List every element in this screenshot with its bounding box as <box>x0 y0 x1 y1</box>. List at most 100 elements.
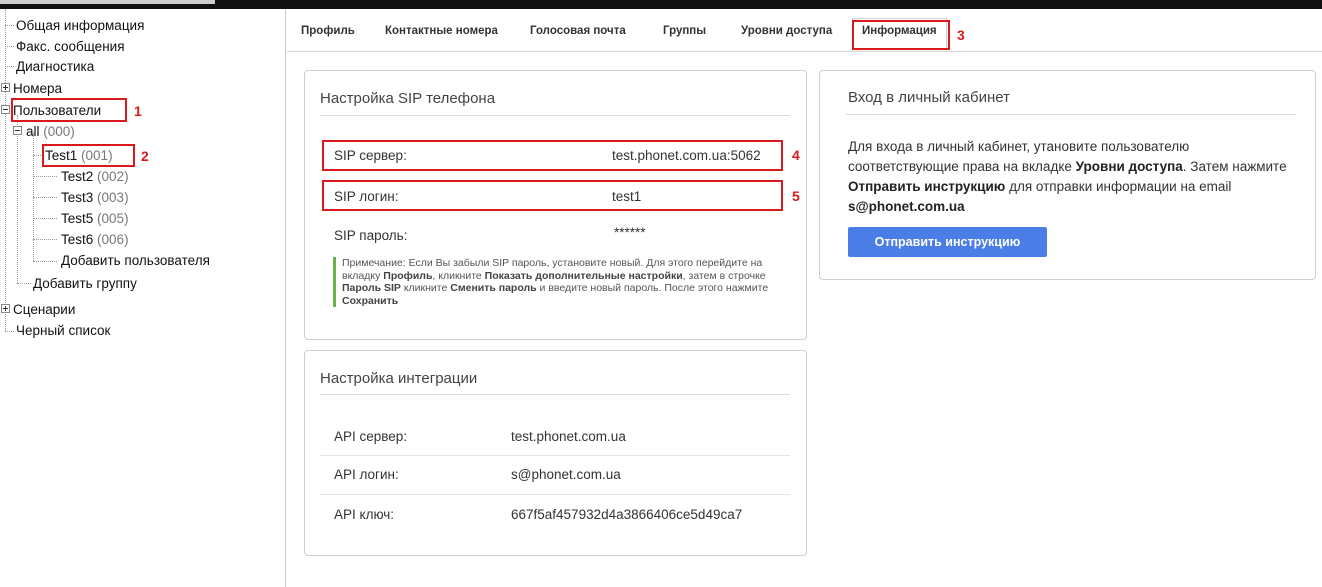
expand-plus-icon[interactable] <box>1 304 10 313</box>
api-login-label: API логин: <box>334 467 399 482</box>
tab-profile[interactable]: Профиль <box>301 25 355 37</box>
tree-line <box>5 25 14 26</box>
annotation-number: 5 <box>792 188 800 204</box>
group-code: (000) <box>43 124 75 139</box>
api-login-value: s@phonet.com.ua <box>511 467 621 482</box>
tree-line <box>5 46 14 47</box>
note-bold: Сменить пароль <box>450 282 537 294</box>
annotation-box-info-tab <box>852 20 950 50</box>
instruction-bold: Уровни доступа <box>1075 159 1183 174</box>
api-server-label: API сервер: <box>334 429 408 444</box>
tree-line <box>17 115 18 283</box>
instruction-text: для отправки информации на email <box>1005 179 1232 194</box>
collapse-minus-icon[interactable] <box>13 126 22 135</box>
sidebar-item-label: Черный список <box>16 323 111 338</box>
annotation-box-test1 <box>42 144 135 167</box>
annotation-number: 3 <box>957 27 965 43</box>
tree-line <box>5 331 14 332</box>
tab-contact-numbers[interactable]: Контактные номера <box>385 25 498 37</box>
tab-bar: Профиль Контактные номера Голосовая почт… <box>287 18 1322 52</box>
note-bold: Пароль SIP <box>342 282 401 294</box>
annotation-box-sip-server <box>322 140 783 171</box>
tree-line <box>17 283 31 284</box>
sip-password-label: SIP пароль: <box>334 228 408 243</box>
row-divider <box>320 494 790 495</box>
tab-access-levels[interactable]: Уровни доступа <box>741 25 832 37</box>
sidebar-item-general-info[interactable]: Общая информация <box>16 15 144 36</box>
sidebar-user-test6[interactable]: Test6 (006) <box>61 229 129 250</box>
note-text: и введите новый пароль. После этого нажм… <box>536 282 769 294</box>
expand-plus-icon[interactable] <box>1 83 10 92</box>
user-code: (002) <box>97 169 129 184</box>
panel-divider <box>846 114 1296 115</box>
sidebar-item-scenarios[interactable]: Сценарии <box>13 299 75 320</box>
note-bold: Сохранить <box>342 294 399 307</box>
sidebar-item-fax[interactable]: Факс. сообщения <box>16 36 125 57</box>
add-user-label: Добавить пользователя <box>61 253 210 268</box>
api-key-label: API ключ: <box>334 507 395 522</box>
top-bar-highlight <box>0 0 215 4</box>
top-bar <box>0 0 1322 9</box>
tab-voicemail[interactable]: Голосовая почта <box>530 25 626 37</box>
row-divider <box>320 455 790 456</box>
tab-groups[interactable]: Группы <box>663 25 706 37</box>
user-code: (006) <box>97 232 129 247</box>
note-text: , кликните <box>432 269 485 282</box>
sidebar-item-numbers[interactable]: Номера <box>13 78 62 99</box>
user-name: Test3 <box>61 190 94 205</box>
send-instructions-button[interactable]: Отправить инструкцию <box>848 227 1047 257</box>
user-code: (003) <box>97 190 129 205</box>
sidebar-tree: Общая информация Факс. сообщения Диагнос… <box>0 9 286 587</box>
sidebar-user-test3[interactable]: Test3 (003) <box>61 187 129 208</box>
instruction-text: . Затем нажмите <box>1182 159 1287 174</box>
add-group-link[interactable]: Добавить группу <box>33 273 137 294</box>
note-bold: Показать дополнительные настройки <box>484 269 683 282</box>
sidebar-item-label: Общая информация <box>16 18 145 33</box>
instruction-bold: s@phonet.com.ua <box>848 199 965 214</box>
user-name: Test5 <box>61 211 94 226</box>
sidebar-item-blacklist[interactable]: Черный список <box>16 320 110 341</box>
add-user-link[interactable]: Добавить пользователя <box>61 250 210 271</box>
annotation-number: 2 <box>141 148 149 164</box>
tree-line <box>33 261 57 262</box>
sip-note: Примечание: Если Вы забыли SIP пароль, у… <box>333 257 773 307</box>
user-name: Test2 <box>61 169 94 184</box>
api-server-value: test.phonet.com.ua <box>511 429 626 444</box>
tree-line <box>33 176 57 177</box>
cabinet-panel-title: Вход в личный кабинет <box>848 89 1010 106</box>
panel-divider <box>320 394 790 395</box>
sidebar-user-test2[interactable]: Test2 (002) <box>61 166 129 187</box>
annotation-number: 4 <box>792 147 800 163</box>
sip-password-value: ****** <box>614 225 646 240</box>
tree-line <box>33 239 57 240</box>
tree-line <box>33 218 57 219</box>
api-key-value: 667f5af457932d4a3866406ce5d49ca7 <box>511 507 743 522</box>
sidebar-item-label: Сценарии <box>13 302 76 317</box>
add-group-label: Добавить группу <box>33 276 137 291</box>
cabinet-instructions: Для входа в личный кабинет, утановите по… <box>848 137 1298 217</box>
annotation-box-sip-login <box>322 180 783 211</box>
sidebar-item-label: Диагностика <box>16 59 95 74</box>
group-name: all <box>26 124 40 139</box>
annotation-box-users <box>11 98 127 122</box>
sip-panel-title: Настройка SIP телефона <box>320 90 496 107</box>
sidebar-item-diagnostics[interactable]: Диагностика <box>16 56 94 77</box>
sidebar-item-label: Номера <box>13 81 63 96</box>
tree-line <box>5 66 14 67</box>
tree-line <box>5 9 6 331</box>
collapse-minus-icon[interactable] <box>1 105 10 114</box>
note-text: кликните <box>400 282 451 294</box>
integration-panel-title: Настройка интеграции <box>320 370 478 387</box>
sidebar-user-test5[interactable]: Test5 (005) <box>61 208 129 229</box>
user-code: (005) <box>97 211 129 226</box>
sidebar-item-label: Факс. сообщения <box>16 39 125 54</box>
user-name: Test6 <box>61 232 94 247</box>
note-bold: Профиль <box>383 269 433 282</box>
tree-line <box>33 155 41 156</box>
scroll-edge <box>1316 52 1322 587</box>
note-text: , затем в строчке <box>682 269 766 282</box>
instruction-bold: Отправить инструкцию <box>848 179 1006 194</box>
annotation-number: 1 <box>134 103 142 119</box>
tree-line <box>33 197 57 198</box>
sidebar-item-group-all[interactable]: all (000) <box>26 121 75 142</box>
